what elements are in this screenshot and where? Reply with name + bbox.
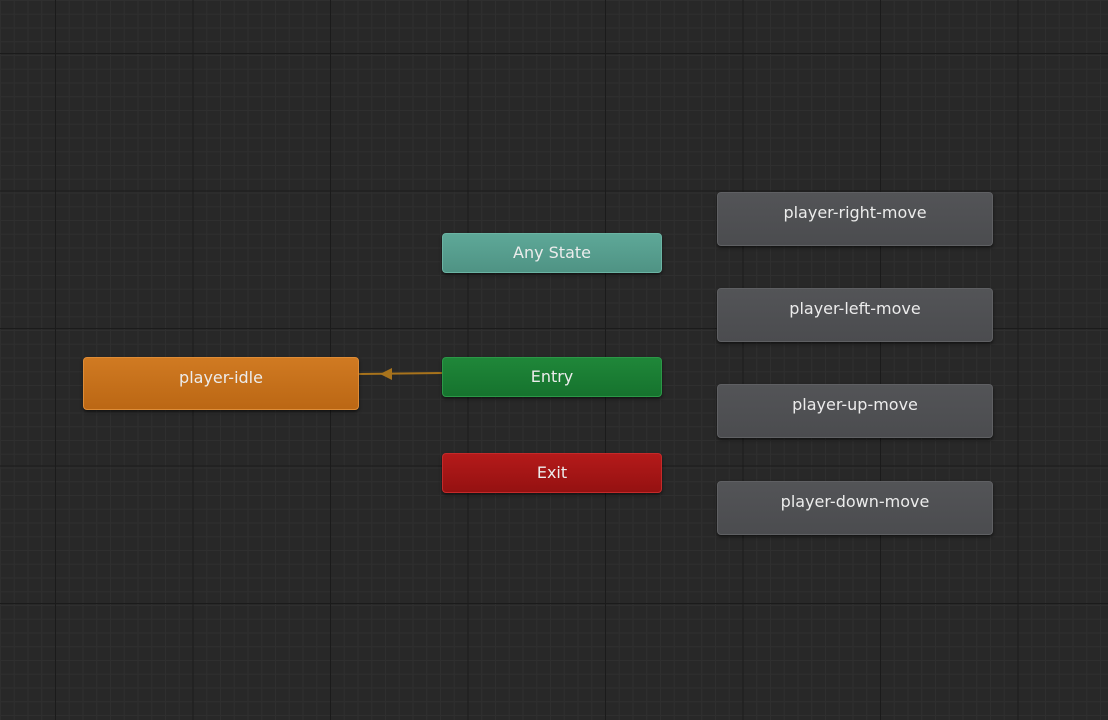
state-node-label: player-right-move [783,203,927,222]
transition-entry-to-player-idle[interactable] [358,372,443,375]
state-node-label: player-idle [179,368,263,387]
entry-label: Entry [530,367,574,386]
animator-graph-canvas[interactable]: player-idle Any State Entry Exit player-… [0,0,1108,720]
state-node-player-idle[interactable]: player-idle [83,357,359,410]
state-node-label: player-down-move [780,492,930,511]
transition-arrow-icon[interactable] [380,368,392,380]
state-node-label: player-left-move [789,299,921,318]
state-node-player-down-move[interactable]: player-down-move [717,481,993,535]
exit-label: Exit [536,463,568,482]
entry-node[interactable]: Entry [442,357,662,397]
any-state-label: Any State [513,243,591,262]
any-state-node[interactable]: Any State [442,233,662,273]
state-node-player-left-move[interactable]: player-left-move [717,288,993,342]
state-node-player-right-move[interactable]: player-right-move [717,192,993,246]
exit-node[interactable]: Exit [442,453,662,493]
state-node-label: player-up-move [792,395,918,414]
state-node-player-up-move[interactable]: player-up-move [717,384,993,438]
